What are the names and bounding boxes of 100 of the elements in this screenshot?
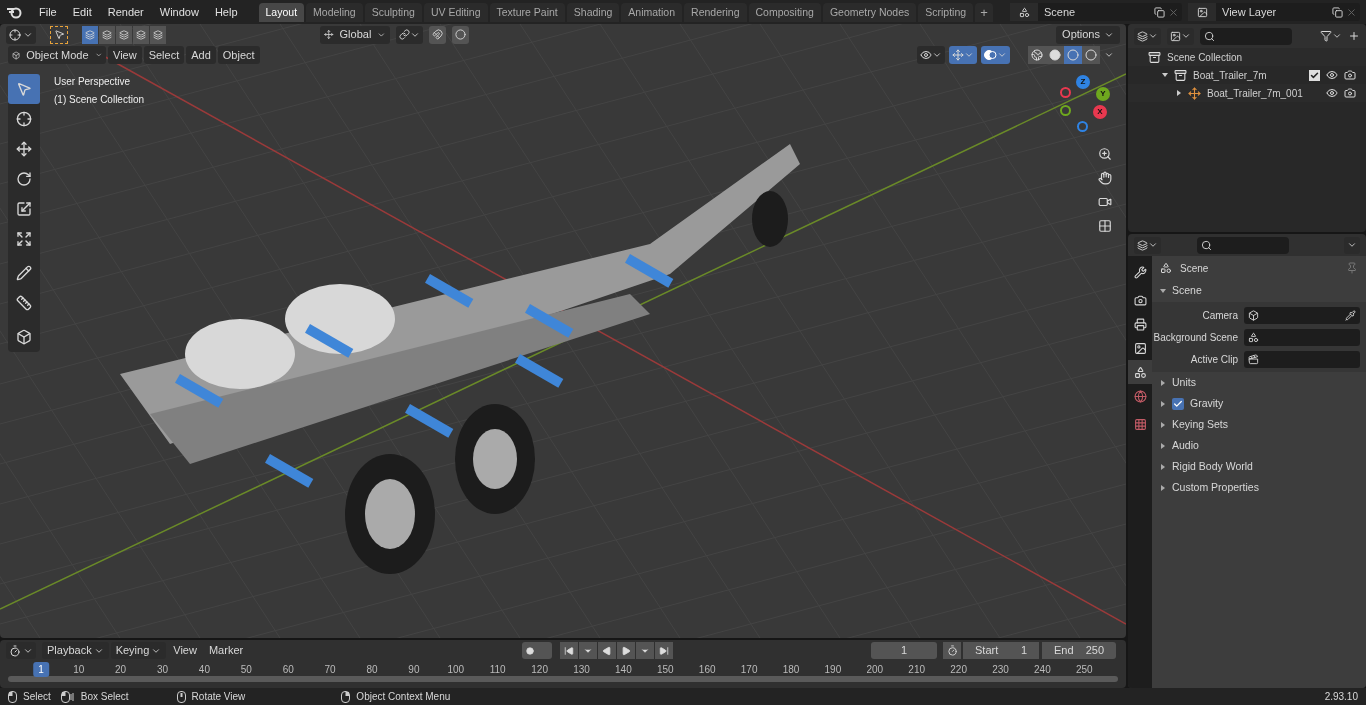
add-workspace-button[interactable]: + xyxy=(975,3,994,22)
visibility-icon[interactable] xyxy=(1326,69,1338,81)
menu-item[interactable]: File xyxy=(32,3,64,21)
playback-button[interactable] xyxy=(617,642,636,659)
editor-type-button[interactable] xyxy=(6,642,36,659)
workspace-tab[interactable]: Shading xyxy=(566,3,620,22)
selection-mode-button[interactable] xyxy=(133,25,149,44)
current-frame-field[interactable]: 1 xyxy=(871,642,937,659)
selection-mode-button[interactable] xyxy=(116,25,132,44)
playback-button[interactable] xyxy=(655,642,674,659)
section-header[interactable]: Rigid Body World xyxy=(1172,458,1253,475)
shading-mode-button[interactable] xyxy=(1028,46,1046,64)
mode-dropdown[interactable]: Object Mode xyxy=(8,46,106,64)
datablock-field[interactable] xyxy=(1244,350,1360,368)
pivot-dropdown[interactable] xyxy=(396,25,423,44)
shading-mode-button[interactable] xyxy=(1064,46,1082,64)
outliner-item[interactable]: Boat_Trailer_7m_001 xyxy=(1207,85,1303,101)
scene-selector[interactable]: Scene xyxy=(1010,3,1182,21)
editor-type-button[interactable] xyxy=(1134,236,1161,254)
properties-tab[interactable] xyxy=(1128,360,1152,384)
datablock-field[interactable] xyxy=(1244,328,1360,346)
copy-icon[interactable] xyxy=(1154,6,1165,18)
section-header[interactable]: Audio xyxy=(1172,437,1199,454)
menu-item[interactable]: Render xyxy=(100,3,151,21)
panel-toggle-icon[interactable] xyxy=(1160,288,1166,294)
menu-item[interactable]: Window xyxy=(152,3,206,21)
workspace-tab[interactable]: Modeling xyxy=(306,3,363,22)
playback-button[interactable] xyxy=(598,642,617,659)
snap-button[interactable] xyxy=(429,25,446,44)
datablock-field[interactable] xyxy=(1244,306,1360,324)
expand-arrow-icon[interactable] xyxy=(1160,400,1166,407)
caret-icon[interactable] xyxy=(1104,50,1114,60)
workspace-tab[interactable]: Scripting xyxy=(918,3,974,22)
menu-item[interactable]: Edit xyxy=(65,3,99,21)
visibility-dropdown[interactable] xyxy=(917,46,945,64)
workspace-tab[interactable]: Compositing xyxy=(748,3,821,22)
outliner-item[interactable]: Scene Collection xyxy=(1167,49,1243,65)
expand-arrow-icon[interactable] xyxy=(1160,463,1166,470)
outliner-item[interactable]: Boat_Trailer_7m xyxy=(1193,67,1267,83)
workspace-tab[interactable]: Rendering xyxy=(684,3,747,22)
section-checkbox[interactable] xyxy=(1172,397,1184,410)
workspace-tab[interactable]: Sculpting xyxy=(364,3,422,22)
copy-icon[interactable] xyxy=(1332,6,1343,18)
panel-title[interactable]: Scene xyxy=(1172,283,1202,299)
search-field[interactable] xyxy=(1197,236,1289,254)
start-frame-field[interactable]: Start 1 xyxy=(963,642,1039,659)
timeline-menu[interactable]: View xyxy=(168,642,202,659)
end-frame-field[interactable]: End 250 xyxy=(1042,642,1116,659)
timeline-menu[interactable]: Keying xyxy=(110,642,167,659)
section-header[interactable]: Custom Properties xyxy=(1172,479,1259,496)
proportional-edit-button[interactable] xyxy=(452,25,469,44)
exclude-checkbox[interactable] xyxy=(1309,69,1320,81)
filter-view-button[interactable] xyxy=(1167,27,1194,45)
record-button[interactable] xyxy=(522,642,553,659)
workspace-tab[interactable]: Animation xyxy=(621,3,683,22)
viewport-menu[interactable]: Select xyxy=(143,46,185,64)
gizmo-toggle[interactable] xyxy=(949,46,977,64)
app-logo-icon[interactable] xyxy=(6,5,22,19)
viewport-menu[interactable]: Add xyxy=(186,46,216,64)
active-tool-button[interactable] xyxy=(50,25,68,44)
shading-mode-button[interactable] xyxy=(1046,46,1064,64)
expand-arrow-icon[interactable] xyxy=(1160,484,1166,491)
timeline-menu[interactable]: Playback xyxy=(42,642,109,659)
timeline-menu[interactable]: Marker xyxy=(203,642,249,659)
workspace-tab[interactable]: UV Editing xyxy=(423,3,488,22)
view-layer-selector[interactable]: View Layer xyxy=(1188,3,1360,21)
section-header[interactable]: Keying Sets xyxy=(1172,416,1229,433)
3d-viewport[interactable]: Global Options Object Mode View Select Add Object User Perspective (1) Scene Collection Z Y X xyxy=(0,24,1126,638)
selection-mode-button[interactable] xyxy=(82,25,98,44)
workspace-tab[interactable]: Layout xyxy=(258,3,305,22)
current-frame-marker[interactable]: 1 xyxy=(33,662,49,677)
navigation-gizmo[interactable]: Z Y X xyxy=(1056,75,1116,135)
render-camera-icon[interactable] xyxy=(1344,87,1356,99)
orientation-dropdown[interactable]: Global xyxy=(320,25,390,44)
render-camera-icon[interactable] xyxy=(1344,69,1356,81)
shading-mode-button[interactable] xyxy=(1082,46,1100,64)
section-header[interactable]: Units xyxy=(1172,374,1196,391)
viewport-menu[interactable]: Object xyxy=(217,46,260,64)
new-collection-icon[interactable] xyxy=(1348,30,1360,42)
filter-button[interactable] xyxy=(1320,30,1342,42)
playback-button[interactable] xyxy=(560,642,579,659)
section-header[interactable]: Gravity xyxy=(1190,395,1224,412)
overlays-button[interactable] xyxy=(981,46,1010,64)
selection-mode-button[interactable] xyxy=(150,25,166,44)
selection-mode-button[interactable] xyxy=(99,25,115,44)
expand-arrow-icon[interactable] xyxy=(1160,442,1166,449)
expand-arrow-icon[interactable] xyxy=(1160,379,1166,386)
visibility-icon[interactable] xyxy=(1326,87,1338,99)
search-field[interactable] xyxy=(1200,27,1292,45)
menu-item[interactable]: Help xyxy=(207,3,245,21)
timeline-scrollbar[interactable] xyxy=(8,676,1118,682)
pin-icon[interactable] xyxy=(1346,262,1358,274)
workspace-tab[interactable]: Geometry Nodes xyxy=(822,3,917,22)
options-dropdown[interactable]: Options xyxy=(1056,25,1120,44)
workspace-tab[interactable]: Texture Paint xyxy=(489,3,565,22)
preview-range-button[interactable] xyxy=(943,642,961,659)
expand-arrow-icon[interactable] xyxy=(1160,421,1166,428)
viewport-menu[interactable]: View xyxy=(108,46,142,64)
editor-type-button[interactable] xyxy=(6,25,36,44)
display-mode-button[interactable] xyxy=(1134,27,1161,45)
